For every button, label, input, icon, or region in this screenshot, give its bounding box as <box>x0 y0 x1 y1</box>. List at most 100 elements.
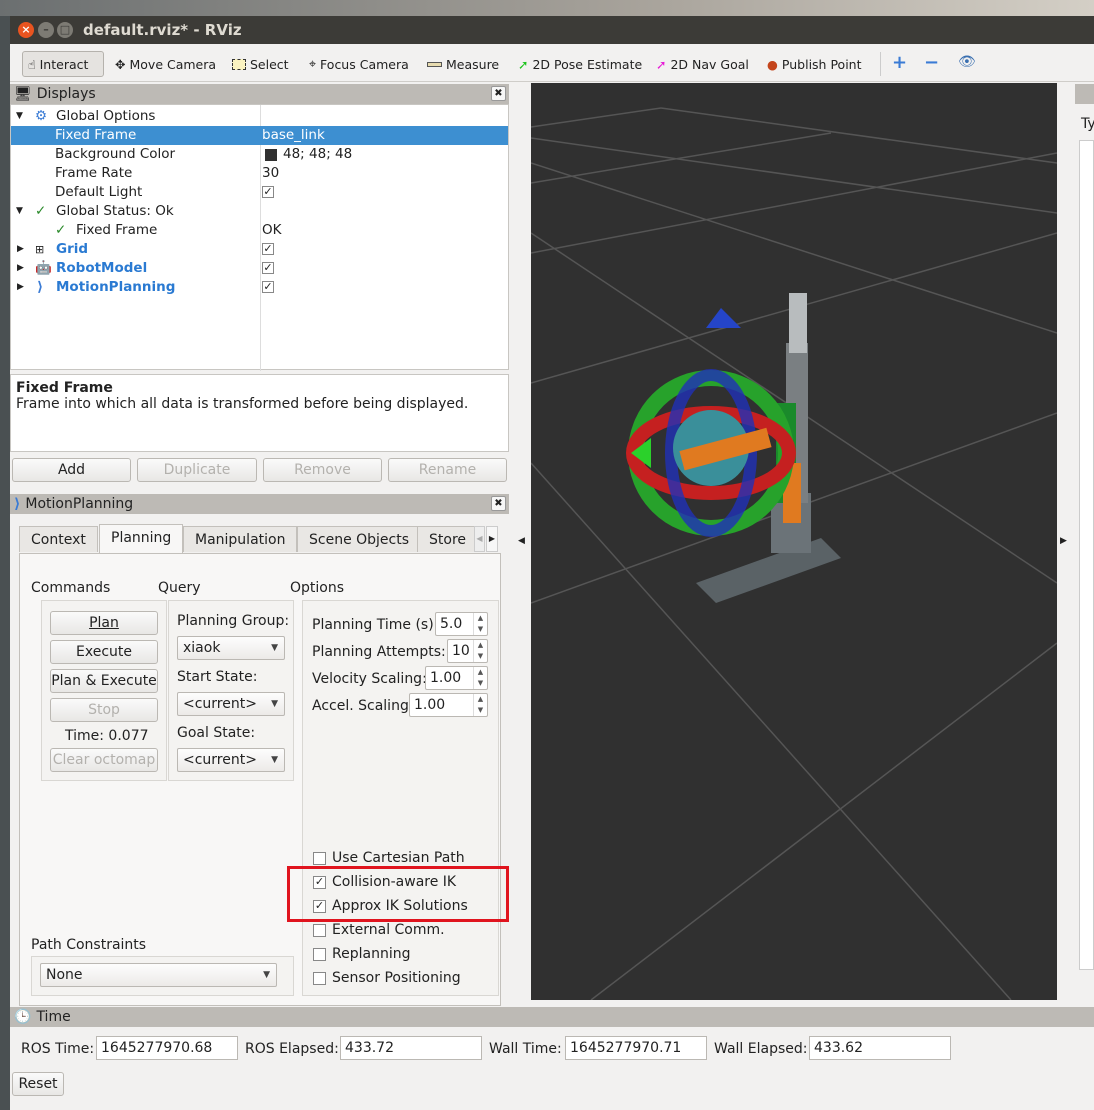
collapse-right-icon[interactable]: ▶ <box>1060 536 1067 546</box>
tool-label: Focus Camera <box>320 56 409 72</box>
row-value[interactable]: base_link <box>262 126 325 145</box>
plan-button[interactable]: Plan <box>50 611 158 635</box>
start-state-select[interactable]: <current> ▼ <box>177 692 285 716</box>
row-name: Default Light <box>55 184 143 200</box>
desktop-sidebar <box>0 16 10 1110</box>
duplicate-button[interactable]: Duplicate <box>137 458 257 482</box>
planning-group-select[interactable]: xiaok ▼ <box>177 636 285 660</box>
close-panel-icon[interactable]: ✖ <box>491 86 506 101</box>
tree-row-default-light[interactable]: Default Light ✓ <box>11 183 508 202</box>
stop-button[interactable]: Stop <box>50 698 158 722</box>
interact-tool[interactable]: ☝ Interact <box>22 51 104 77</box>
move-camera-tool[interactable]: ✥ Move Camera <box>110 51 221 77</box>
accel-scaling-spinbox[interactable]: 1.00 ▲ ▼ <box>409 693 488 717</box>
checkbox[interactable] <box>313 947 326 961</box>
displays-header: 🖥 Displays ✖ <box>10 84 509 104</box>
tree-row-fixed-frame[interactable]: Fixed Frame base_link <box>11 126 508 145</box>
reset-button[interactable]: Reset <box>12 1072 64 1096</box>
row-name: Frame Rate <box>55 165 133 181</box>
remove-tool-icon[interactable]: − <box>924 52 939 73</box>
row-value[interactable]: 48; 48; 48 <box>283 145 352 164</box>
tab-scroll-right[interactable]: ▶ <box>486 526 498 552</box>
execute-button[interactable]: Execute <box>50 640 158 664</box>
selected-value: <current> <box>183 752 257 768</box>
checkbox[interactable] <box>313 851 326 865</box>
checkbox[interactable]: ✓ <box>262 243 274 255</box>
tree-row-motionplanning[interactable]: ▶ ⟩ MotionPlanning ✓ <box>11 278 508 297</box>
collapse-left-icon[interactable]: ◀ <box>518 536 525 546</box>
clear-octomap-button[interactable]: Clear octomap <box>50 748 158 772</box>
tab-scene-objects[interactable]: Scene Objects <box>297 526 422 552</box>
ros-elapsed-field[interactable]: 433.72 <box>340 1036 482 1060</box>
planning-time-spinbox[interactable]: 5.0 ▲ ▼ <box>435 612 488 636</box>
tab-scroll-left[interactable]: ◀ <box>474 526 485 552</box>
description-title: Fixed Frame <box>16 380 113 396</box>
close-panel-icon[interactable]: ✖ <box>491 496 506 511</box>
external-comm-checkbox[interactable]: External Comm. <box>313 922 445 938</box>
add-tool-icon[interactable]: + <box>892 52 907 73</box>
tree-row-grid[interactable]: ▶ ⊞ Grid ✓ <box>11 240 508 259</box>
tree-row-robotmodel[interactable]: ▶ 🤖 RobotModel ✓ <box>11 259 508 278</box>
plan-execute-button[interactable]: Plan & Execute <box>50 669 158 693</box>
spin-arrows-icon[interactable]: ▲ ▼ <box>473 667 487 689</box>
tree-row-background-color[interactable]: Background Color 48; 48; 48 <box>11 145 508 164</box>
rename-button[interactable]: Rename <box>388 458 507 482</box>
add-button[interactable]: Add <box>12 458 131 482</box>
spin-arrows-icon[interactable]: ▲ ▼ <box>473 694 487 716</box>
sensor-positioning-checkbox[interactable]: Sensor Positioning <box>313 970 461 986</box>
checkbox[interactable]: ✓ <box>262 186 274 198</box>
plan-time: Time: 0.077 <box>65 728 149 744</box>
expand-arrow-icon[interactable]: ▼ <box>16 107 23 126</box>
expand-arrow-icon[interactable]: ▶ <box>17 259 24 278</box>
right-panel-partial-text: Ty <box>1081 116 1094 132</box>
nav-goal-tool[interactable]: ➚ 2D Nav Goal <box>651 51 754 77</box>
tab-planning[interactable]: Planning <box>99 524 184 553</box>
expand-arrow-icon[interactable]: ▶ <box>17 278 24 297</box>
pose-estimate-tool[interactable]: ➚ 2D Pose Estimate <box>513 51 647 77</box>
measure-tool[interactable]: Measure <box>422 51 504 77</box>
planning-attempts-spinbox[interactable]: 10 ▲ ▼ <box>447 639 488 663</box>
spin-arrows-icon[interactable]: ▲ ▼ <box>473 640 487 662</box>
wall-time-field[interactable]: 1645277970.71 <box>565 1036 707 1060</box>
row-name: Fixed Frame <box>55 127 137 143</box>
expand-arrow-icon[interactable]: ▶ <box>17 240 24 259</box>
close-button[interactable]: × <box>18 22 34 38</box>
minimize-button[interactable]: – <box>38 22 54 38</box>
chevron-down-icon: ▼ <box>271 755 278 765</box>
maximize-button[interactable]: □ <box>57 22 73 38</box>
tool-label: Move Camera <box>129 56 217 72</box>
tab-context[interactable]: Context <box>19 526 98 552</box>
publish-point-tool[interactable]: ● Publish Point <box>762 51 867 77</box>
query-group: Planning Group: xiaok ▼ Start State: <cur… <box>168 600 294 781</box>
row-value[interactable]: 30 <box>262 164 279 183</box>
tree-row-fixed-frame-status[interactable]: ✓ Fixed Frame OK <box>11 221 508 240</box>
checkbox[interactable]: ✓ <box>262 262 274 274</box>
goal-state-select[interactable]: <current> ▼ <box>177 748 285 772</box>
tree-row-global-status[interactable]: ▼ ✓ Global Status: Ok <box>11 202 508 221</box>
select-tool[interactable]: Select <box>227 51 294 77</box>
wall-elapsed-field[interactable]: 433.62 <box>809 1036 951 1060</box>
replanning-checkbox[interactable]: Replanning <box>313 946 410 962</box>
expand-arrow-icon[interactable]: ▼ <box>16 202 23 221</box>
path-constraints-select[interactable]: None ▼ <box>40 963 277 987</box>
checkbox[interactable] <box>313 971 326 985</box>
ros-time-field[interactable]: 1645277970.68 <box>96 1036 238 1060</box>
tree-row-frame-rate[interactable]: Frame Rate 30 <box>11 164 508 183</box>
checkbox[interactable]: ✓ <box>262 281 274 293</box>
velocity-scaling-spinbox[interactable]: 1.00 ▲ ▼ <box>425 666 488 690</box>
remove-button[interactable]: Remove <box>263 458 382 482</box>
3d-viewport[interactable] <box>531 83 1057 1000</box>
map-pin-icon: ● <box>767 56 778 72</box>
tree-row-global-options[interactable]: ▼ ⚙ Global Options <box>11 107 508 126</box>
spin-arrows-icon[interactable]: ▲ ▼ <box>473 613 487 635</box>
color-swatch[interactable] <box>265 149 277 161</box>
use-cartesian-path-checkbox[interactable]: Use Cartesian Path <box>313 850 465 866</box>
tool-label: Select <box>250 56 289 72</box>
checkbox-label: Sensor Positioning <box>332 970 461 986</box>
focus-camera-tool[interactable]: ⌖ Focus Camera <box>304 51 414 77</box>
checkbox[interactable] <box>313 923 326 937</box>
tool-label: Interact <box>39 56 89 72</box>
tab-manipulation[interactable]: Manipulation <box>183 526 298 552</box>
eye-icon[interactable]: 👁 <box>958 54 976 70</box>
grid-icon: ⊞ <box>35 243 45 256</box>
